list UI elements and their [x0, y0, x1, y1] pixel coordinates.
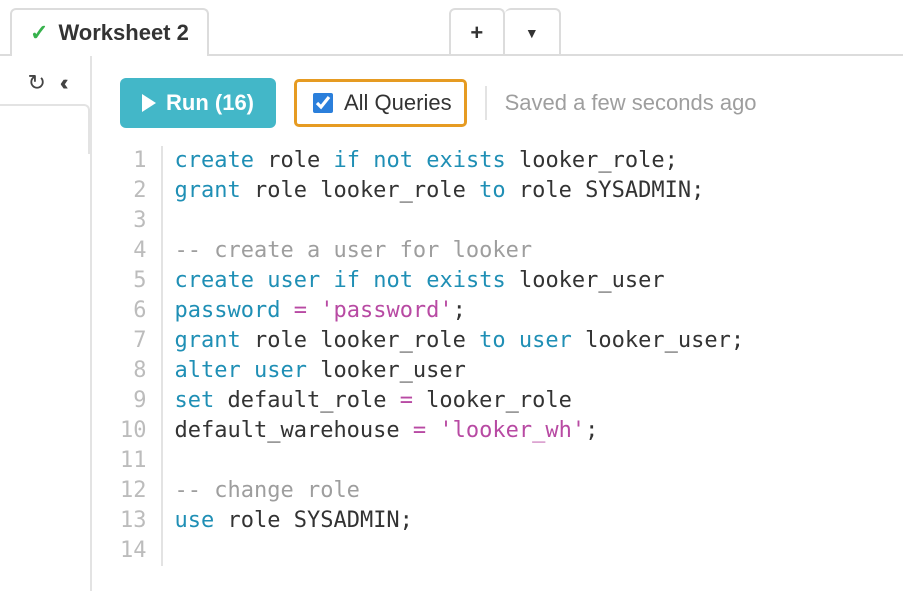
line-number: 4: [120, 236, 147, 266]
line-number: 6: [120, 296, 147, 326]
all-queries-label: All Queries: [344, 90, 452, 116]
chevron-down-icon: ▼: [525, 25, 539, 41]
tabs-row: ✓ Worksheet 2 + ▼: [0, 0, 903, 56]
sidebar-panel: [0, 104, 90, 154]
code-line[interactable]: create user if not exists looker_user: [175, 266, 745, 296]
toolbar: Run (16) All Queries Saved a few seconds…: [92, 56, 903, 136]
play-icon: [142, 94, 156, 112]
add-tab-button[interactable]: +: [449, 8, 505, 56]
divider: [485, 86, 487, 120]
code-line[interactable]: password = 'password';: [175, 296, 745, 326]
line-number: 5: [120, 266, 147, 296]
content: Run (16) All Queries Saved a few seconds…: [92, 56, 903, 591]
code-line[interactable]: set default_role = looker_role: [175, 386, 745, 416]
line-number: 13: [120, 506, 147, 536]
code-line[interactable]: [175, 446, 745, 476]
main-area: ↻ ‹‹ Run (16) All Queries Saved a few se…: [0, 56, 903, 591]
tab-label: Worksheet 2: [58, 20, 188, 46]
tab-dropdown-button[interactable]: ▼: [505, 8, 561, 56]
line-number: 3: [120, 206, 147, 236]
left-sidebar: ↻ ‹‹: [0, 56, 92, 591]
line-number: 8: [120, 356, 147, 386]
line-number: 14: [120, 536, 147, 566]
code-line[interactable]: alter user looker_user: [175, 356, 745, 386]
code-area[interactable]: create role if not exists looker_role;gr…: [163, 146, 745, 566]
code-line[interactable]: grant role looker_role to role SYSADMIN;: [175, 176, 745, 206]
tab-worksheet-active[interactable]: ✓ Worksheet 2: [10, 8, 209, 56]
refresh-icon[interactable]: ↻: [27, 70, 45, 96]
all-queries-checkbox[interactable]: [313, 93, 333, 113]
line-number: 12: [120, 476, 147, 506]
sql-editor[interactable]: 1234567891011121314 create role if not e…: [92, 146, 903, 566]
line-number: 2: [120, 176, 147, 206]
saved-status: Saved a few seconds ago: [505, 90, 757, 116]
line-number: 9: [120, 386, 147, 416]
code-line[interactable]: -- change role: [175, 476, 745, 506]
code-line[interactable]: -- create a user for looker: [175, 236, 745, 266]
code-line[interactable]: [175, 536, 745, 566]
line-number: 10: [120, 416, 147, 446]
run-label: Run (16): [166, 90, 254, 116]
line-number: 1: [120, 146, 147, 176]
line-number: 11: [120, 446, 147, 476]
checkmark-icon: ✓: [30, 20, 48, 46]
plus-icon: +: [470, 20, 483, 46]
code-line[interactable]: default_warehouse = 'looker_wh';: [175, 416, 745, 446]
code-line[interactable]: use role SYSADMIN;: [175, 506, 745, 536]
line-number: 7: [120, 326, 147, 356]
line-number-gutter: 1234567891011121314: [120, 146, 163, 566]
collapse-icon[interactable]: ‹‹: [60, 70, 63, 96]
run-button[interactable]: Run (16): [120, 78, 276, 128]
code-line[interactable]: create role if not exists looker_role;: [175, 146, 745, 176]
all-queries-toggle[interactable]: All Queries: [294, 79, 467, 127]
code-line[interactable]: grant role looker_role to user looker_us…: [175, 326, 745, 356]
code-line[interactable]: [175, 206, 745, 236]
